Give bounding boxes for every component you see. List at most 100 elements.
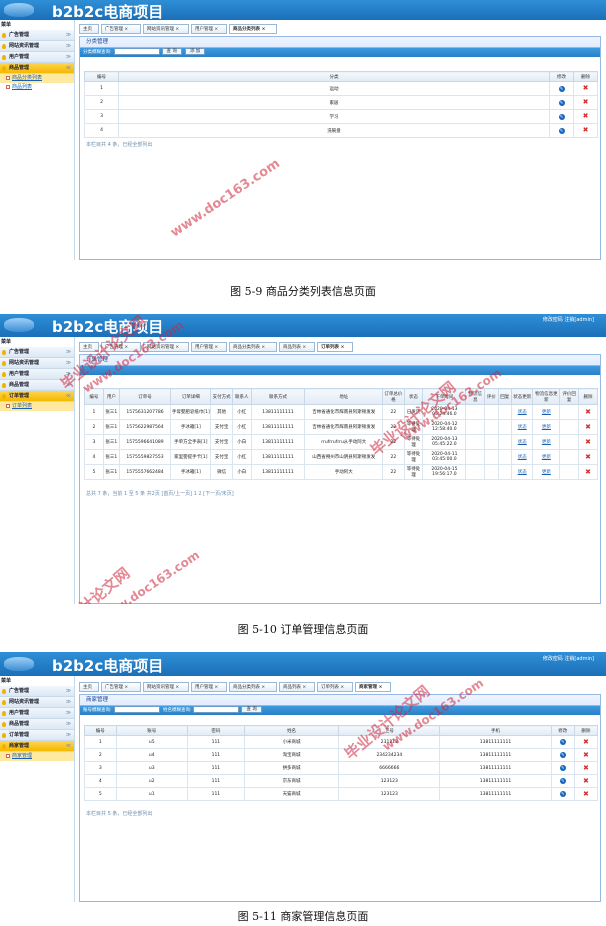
menu-order[interactable]: 订单管理 ≪ [0,391,74,402]
bulb-icon [2,44,6,49]
sidebar: 菜单 广告管理 ≫ 网站资讯管理 ≫ 用户管理 ≫ 商品管理 ≪ 商品分类列表 商品列表 [0,20,75,260]
header-links[interactable]: 修改密码 注销[admin] [543,655,594,662]
account-search-input[interactable] [113,706,160,713]
tab-category[interactable]: 商品分类列表 × [229,682,277,692]
menu-ad[interactable]: 广告管理 ≫ [0,347,74,358]
delete-icon[interactable]: ✖ [583,790,589,798]
app-title: b2b2c电商项目 [52,657,164,675]
bulb-icon [2,55,6,60]
logo-icon [4,318,34,332]
tab-merchant[interactable]: 商家管理 × [355,682,391,692]
toolbar [80,366,600,375]
add-button[interactable]: 添 加 [184,48,206,55]
tab-orders[interactable]: 订单列表 × [317,682,353,692]
delete-icon[interactable]: ✖ [583,126,589,134]
tab-ad[interactable]: 广告管理 × [101,24,141,34]
status-update-link[interactable]: 状态 [518,455,527,460]
edit-icon[interactable]: ✎ [558,99,565,106]
delete-icon[interactable]: ✖ [583,84,589,92]
delete-icon[interactable]: ✖ [585,438,591,446]
menu-news[interactable]: 网站资讯管理 ≫ [0,358,74,369]
delete-icon[interactable]: ✖ [583,751,589,759]
menu-ad[interactable]: 广告管理 ≫ [0,30,74,41]
panel-title: 商家管理 [80,695,600,706]
table-row: 5 u1 111 天猫商城 123123 13811111111 ✎ ✖ [84,787,599,801]
delete-icon[interactable]: ✖ [583,764,589,772]
edit-icon[interactable]: ✎ [559,765,566,771]
menu-order[interactable]: 订单管理 ≫ [0,730,74,741]
list-summary: 本栏目共 5 条，已经全部列出 [86,811,153,817]
edit-icon[interactable]: ✎ [558,85,565,92]
menu-ad[interactable]: 广告管理 ≫ [0,686,74,697]
column-header: 账号 [115,725,189,736]
page-icon [6,76,10,80]
sidebar-item-merchant[interactable]: 商家管理 [0,752,74,761]
delete-icon[interactable]: ✖ [585,408,591,416]
delete-icon[interactable]: ✖ [583,777,589,785]
tab-home[interactable]: 主页 [79,24,99,34]
header-links[interactable]: 修改密码 注销[admin] [543,316,594,323]
tab-category[interactable]: 商品分类列表 × [229,24,277,34]
figure-caption: 图 5-10 订单管理信息页面 [237,623,369,636]
status-update-link[interactable]: 状态 [518,425,527,430]
tab-news[interactable]: 网站资讯管理 × [143,682,189,692]
delete-icon[interactable]: ✖ [585,468,591,476]
edit-icon[interactable]: ✎ [558,127,565,134]
tab-user[interactable]: 用户管理 × [191,682,227,692]
delete-icon[interactable]: ✖ [583,112,589,120]
logistics-update-link[interactable]: 更新 [542,425,551,430]
delete-icon[interactable]: ✖ [585,423,591,431]
column-header: 评价回复 [559,388,580,405]
menu-goods[interactable]: 商品管理 ≫ [0,719,74,730]
sidebar-item-category-list[interactable]: 商品分类列表 [0,74,74,83]
status-update-link[interactable]: 状态 [518,410,527,415]
tab-goods[interactable]: 商品列表 × [279,682,315,692]
menu-user[interactable]: 用户管理 ≫ [0,708,74,719]
edit-icon[interactable]: ✎ [559,778,566,784]
delete-icon[interactable]: ✖ [585,453,591,461]
edit-icon[interactable]: ✎ [559,739,566,745]
tab-news[interactable]: 网站资讯管理 × [143,24,189,34]
tab-user[interactable]: 用户管理 × [191,24,227,34]
search-button[interactable]: 查 询 [241,706,262,713]
pagination[interactable]: 总共 7 条，当前 1 至 5 条 共2页 [首页/上一页] 1 2 [下一页/… [86,490,234,497]
search-button[interactable]: 查 询 [161,48,182,55]
page-icon [6,85,10,89]
status-update-link[interactable]: 状态 [518,440,527,445]
status-update-link[interactable]: 状态 [518,470,527,475]
name-search-input[interactable] [193,706,240,713]
bulb-icon [2,33,6,38]
menu-goods[interactable]: 商品管理 ≪ [0,63,74,74]
edit-icon[interactable]: ✎ [559,791,566,797]
search-input[interactable] [113,48,160,55]
sidebar-item-goods-list[interactable]: 商品列表 [0,83,74,92]
category-table: 编号 分类 修改 删除 1 运动 ✎ ✖ 2 家居 ✎ ✖ 3 学习 ✎ ✖ 4 洗碗盘 ✎ ✖ [84,71,598,138]
menu-news[interactable]: 网站资讯管理 ≫ [0,41,74,52]
logistics-update-link[interactable]: 更新 [542,440,551,445]
app-header: b2b2c电商项目 修改密码 注销[admin] [0,652,606,676]
delete-icon[interactable]: ✖ [583,98,589,106]
logistics-update-link[interactable]: 更新 [542,470,551,475]
app-header: b2b2c电商项目 [0,0,606,21]
column-header: 姓名 [243,725,340,736]
menu-merchant[interactable]: 商家管理 ≪ [0,741,74,752]
tab-ad[interactable]: 广告管理 × [101,682,141,692]
content-panel: 订单管理 编号 用户 订单号 订单详细 支付方式 联系人 联系方式 地址 订单总价格 状态 下单时间… [79,354,601,604]
tab-orders[interactable]: 订单列表 × [317,342,353,352]
tab-goods[interactable]: 商品列表 × [279,342,315,352]
delete-icon[interactable]: ✖ [583,738,589,746]
edit-icon[interactable]: ✎ [558,113,565,120]
column-header: 删除 [578,388,598,405]
tab-user[interactable]: 用户管理 × [191,342,227,352]
table-row: 3 u3 111 拼多商城 6666666 13811111111 ✎ ✖ [84,761,599,775]
tab-home[interactable]: 主页 [79,682,99,692]
search-label: 分类模糊查询: [83,50,112,55]
logistics-update-link[interactable]: 更新 [542,455,551,460]
edit-icon[interactable]: ✎ [559,752,566,758]
sidebar-item-order-list[interactable]: 订单列表 [0,402,74,411]
logistics-update-link[interactable]: 更新 [542,410,551,415]
tab-category[interactable]: 商品分类列表 × [229,342,277,352]
menu-news[interactable]: 网站资讯管理 ≫ [0,697,74,708]
logo-icon [4,657,34,671]
menu-user[interactable]: 用户管理 ≫ [0,52,74,63]
